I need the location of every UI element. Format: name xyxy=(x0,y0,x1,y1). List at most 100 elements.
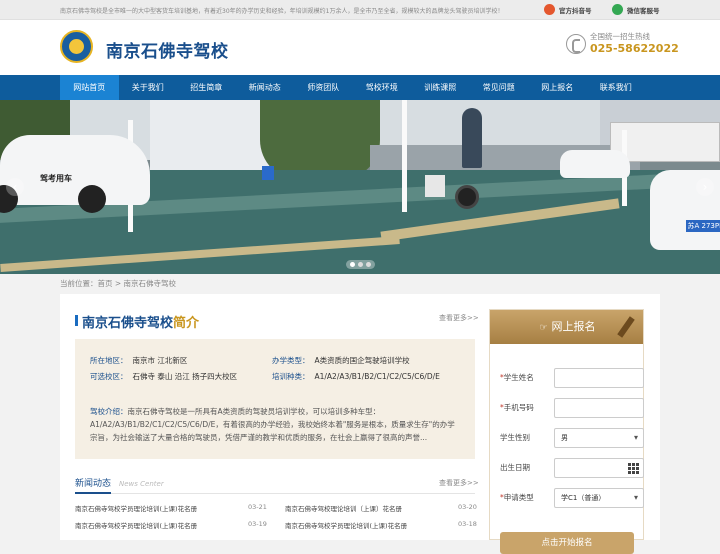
nav-item-about[interactable]: 关于我们 xyxy=(119,75,178,100)
news-item[interactable]: 南京石佛寺驾校理论培训（上课）花名册 xyxy=(285,503,402,513)
hotline-label: 全国统一招生热线 xyxy=(590,32,650,41)
douyin-icon xyxy=(544,4,555,15)
nav-item-faq[interactable]: 常见问题 xyxy=(470,75,529,100)
info-type-value: A类资质的国企驾驶培训学校 xyxy=(314,356,410,365)
car-wheel xyxy=(78,185,106,213)
slider-dots xyxy=(346,260,375,269)
nav-item-signup[interactable]: 网上报名 xyxy=(528,75,587,100)
info-area-value: 南京市 江北新区 xyxy=(132,356,188,365)
main-content: 南京石佛寺驾校简介 查看更多>> 所在地区： 南京市 江北新区 办学类型： A类资质… xyxy=(60,294,660,554)
license-type-select[interactable]: 学C1（普通） xyxy=(554,488,644,508)
info-kinds: 培训种类： A1/A2/A3/B1/B2/C1/C2/C5/C6/D/E xyxy=(272,371,440,382)
news-tab-label: 新闻动态 xyxy=(75,479,112,489)
gender-select[interactable]: 男 xyxy=(554,428,644,448)
intro-title: 南京石佛寺驾校简介 xyxy=(75,312,199,331)
nav-item-training[interactable]: 训练课照 xyxy=(411,75,470,100)
phone-field[interactable] xyxy=(554,398,644,418)
info-type: 办学类型： A类资质的国企驾驶培训学校 xyxy=(272,355,410,366)
signup-hand-icon: ☞ xyxy=(539,323,548,333)
news-tab[interactable]: 新闻动态 News Center xyxy=(75,476,164,489)
name-row: *学生姓名 xyxy=(500,368,644,388)
banner-umbrella xyxy=(462,108,482,168)
slider-dot[interactable] xyxy=(350,262,355,267)
signup-header: ☞ 网上报名 xyxy=(490,310,643,344)
news-date: 03-18 xyxy=(458,520,477,528)
news-tab-en: News Center xyxy=(119,480,164,488)
wechat-label: 微信客服号 xyxy=(627,6,660,15)
type-label: *申请类型 xyxy=(500,493,534,502)
intro-desc-text: 南京石佛寺驾校是一所具有A类资质的驾驶员培训学校，可以培训多种车型：A1/A2/… xyxy=(90,407,455,442)
news-item[interactable]: 南京石佛寺驾校学员理论培训(上课)花名册 xyxy=(75,520,197,530)
intro-more-link[interactable]: 查看更多>> xyxy=(439,313,479,323)
breadcrumb: 当前位置：首页 > 南京石佛寺驾校 xyxy=(60,279,177,288)
intro-title-main: 南京石佛寺驾校 xyxy=(82,316,174,331)
intro-description: 驾校介绍：南京石佛寺驾校是一所具有A类资质的驾驶员培训学校，可以培训多种车型：A… xyxy=(90,405,462,444)
nav-item-home[interactable]: 网站首页 xyxy=(60,75,119,100)
top-notice-bar: 南京石佛寺驾校是全市唯一的大中型客货车培训基地，有着近30年的办学历史和经验，年… xyxy=(0,0,720,20)
license-plate: 苏A 273PD xyxy=(686,220,720,232)
hotline-number: 025-58622022 xyxy=(590,42,679,55)
banner-car: 驾考用车 xyxy=(0,135,150,213)
news-item[interactable]: 南京石佛寺驾校学员理论培训(上课)花名册 xyxy=(75,503,197,513)
nav-item-teachers[interactable]: 师资团队 xyxy=(294,75,353,100)
info-area: 所在地区： 南京市 江北新区 xyxy=(90,355,187,366)
calendar-icon[interactable] xyxy=(627,462,639,474)
wechat-link[interactable]: 微信客服号 xyxy=(612,4,660,15)
phone-row: *手机号码 xyxy=(500,398,644,418)
hero-banner: 驾考用车 苏A 273PD ‹ › xyxy=(0,100,720,274)
signup-form: ☞网上报名 *学生姓名 *手机号码 学生性别 男 出生日期 *申请类型 学C1（… xyxy=(489,309,644,554)
info-kinds-value: A1/A2/A3/B1/B2/C1/C2/C5/C6/D/E xyxy=(314,372,440,381)
news-tab-underline xyxy=(75,492,111,494)
wechat-icon xyxy=(612,4,623,15)
news-date: 03-21 xyxy=(248,503,267,511)
news-date: 03-19 xyxy=(248,520,267,528)
slider-dot[interactable] xyxy=(358,262,363,267)
slider-next-icon[interactable]: › xyxy=(696,178,714,196)
banner-tyre xyxy=(455,185,479,209)
birth-date-field[interactable] xyxy=(554,458,644,478)
info-sites-value: 石佛寺 泰山 沿江 扬子四大校区 xyxy=(132,372,238,381)
news-item[interactable]: 南京石佛寺驾校学员理论培训(上课)花名册 xyxy=(285,520,407,530)
banner-barrel xyxy=(262,166,274,180)
site-logo[interactable] xyxy=(60,30,93,63)
info-kinds-key: 培训种类： xyxy=(272,372,310,381)
news-date: 03-20 xyxy=(458,503,477,511)
site-header: 南京石佛寺驾校 全国统一招生热线 025-58622022 xyxy=(0,20,720,75)
slider-dot[interactable] xyxy=(366,262,371,267)
info-sites-key: 可选校区： xyxy=(90,372,128,381)
info-sites: 可选校区： 石佛寺 泰山 沿江 扬子四大校区 xyxy=(90,371,237,382)
name-field[interactable] xyxy=(554,368,644,388)
nav-item-contact[interactable]: 联系我们 xyxy=(587,75,646,100)
gender-label: 学生性别 xyxy=(500,433,530,442)
banner-car xyxy=(560,150,630,178)
nav-item-admission[interactable]: 招生简章 xyxy=(177,75,236,100)
phone-icon xyxy=(566,34,586,54)
gender-row: 学生性别 男 xyxy=(500,428,644,448)
nav-item-environment[interactable]: 驾校环境 xyxy=(353,75,412,100)
intro-title-accent: 简介 xyxy=(173,316,200,331)
nav-item-news[interactable]: 新闻动态 xyxy=(236,75,295,100)
slider-prev-icon[interactable]: ‹ xyxy=(6,178,24,196)
main-nav: 网站首页 关于我们 招生简章 新闻动态 师资团队 驾校环境 训练课照 常见问题 … xyxy=(0,75,720,100)
birth-row: 出生日期 xyxy=(500,458,644,478)
phone-label: *手机号码 xyxy=(500,403,534,412)
car-side-text: 驾考用车 xyxy=(40,174,72,183)
submit-signup-button[interactable]: 点击开始报名 xyxy=(500,532,634,554)
intro-info-box: 所在地区： 南京市 江北新区 办学类型： A类资质的国企驾驶培训学校 可选校区： 石佛… xyxy=(75,339,475,459)
name-label: *学生姓名 xyxy=(500,373,534,382)
info-type-key: 办学类型： xyxy=(272,356,310,365)
douyin-link[interactable]: 官方抖音号 xyxy=(544,4,592,15)
banner-pole xyxy=(402,100,407,212)
birth-label: 出生日期 xyxy=(500,463,530,472)
notice-text: 南京石佛寺驾校是全市唯一的大中型客货车培训基地，有着近30年的办学历史和经验，年… xyxy=(60,8,504,15)
news-divider xyxy=(75,493,475,494)
intro-desc-key: 驾校介绍： xyxy=(90,407,128,416)
type-row: *申请类型 学C1（普通） xyxy=(500,488,644,508)
news-more-link[interactable]: 查看更多>> xyxy=(439,478,479,488)
douyin-label: 官方抖音号 xyxy=(559,6,592,15)
info-area-key: 所在地区： xyxy=(90,356,128,365)
signup-title-text: 网上报名 xyxy=(551,320,596,333)
banner-trees xyxy=(260,100,380,180)
site-name[interactable]: 南京石佛寺驾校 xyxy=(106,37,229,62)
banner-chair xyxy=(425,175,445,197)
